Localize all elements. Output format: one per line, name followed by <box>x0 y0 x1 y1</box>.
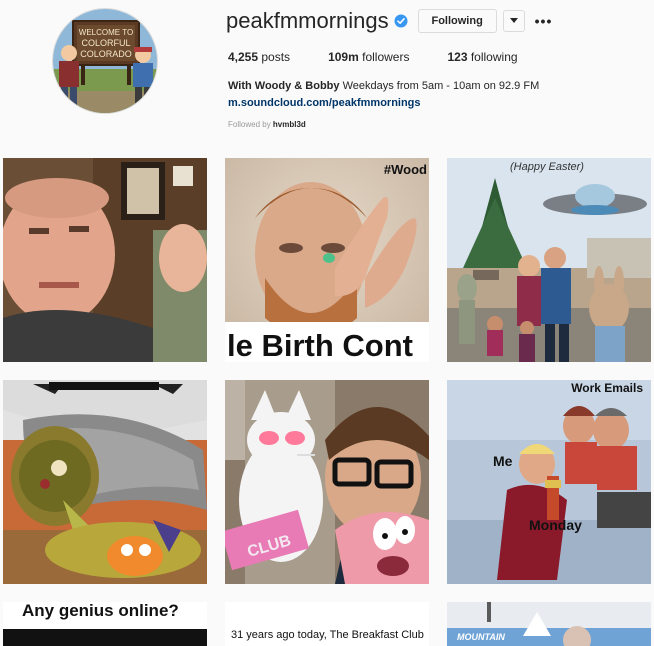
bio-name: With Woody & Bobby <box>228 80 340 92</box>
posts-count-label: posts <box>261 50 291 64</box>
avatar-sign-line-1: WELCOME TO <box>79 28 133 37</box>
bio-text: Weekdays from 5am - 10am on 92.9 FM <box>342 80 540 92</box>
caret-down-icon <box>509 18 518 23</box>
post-tile[interactable] <box>3 158 207 362</box>
avatar-sign-line-2: COLORFUL <box>81 38 130 48</box>
post-tile[interactable]: Any genius online? <box>3 602 207 646</box>
bio-link[interactable]: m.soundcloud.com/peakfmmornings <box>228 95 539 111</box>
post-tile[interactable]: CLUB <box>225 380 429 584</box>
profile-bio: With Woody & Bobby Weekdays from 5am - 1… <box>228 78 539 111</box>
posts-count-value: 4,255 <box>228 50 259 64</box>
post-caption-bottom: Monday <box>529 517 582 533</box>
post-tile[interactable]: Work Emails Me Monday <box>447 380 651 584</box>
post-tile[interactable]: 31 years ago today, The Breakfast Club <box>225 602 429 646</box>
followers-count[interactable]: 109m followers <box>328 50 409 64</box>
avatar-sign-line-3: COLORADO <box>80 49 132 59</box>
following-button[interactable]: Following <box>417 9 497 33</box>
post-caption: Any genius online? <box>22 602 179 620</box>
post-tile[interactable]: MOUNTAIN <box>447 602 651 646</box>
followed-by: Followed by hvmbl3d <box>228 120 306 129</box>
post-tile[interactable] <box>3 380 207 584</box>
following-count-value: 123 <box>447 50 468 64</box>
following-count-label: following <box>470 50 518 64</box>
profile-header: WELCOME TO COLORFUL COLORADO peakfmmorni… <box>0 0 654 150</box>
followers-count-label: followers <box>362 50 410 64</box>
post-caption-mid: Me <box>493 453 513 469</box>
post-caption-top: #Wood <box>384 162 427 177</box>
more-options-icon[interactable]: ••• <box>535 14 553 28</box>
post-caption: 31 years ago today, The Breakfast Club <box>231 629 424 641</box>
suggested-dropdown-button[interactable] <box>502 10 525 32</box>
followers-count-value: 109m <box>328 50 359 64</box>
post-caption: MOUNTAIN <box>457 632 505 642</box>
followed-by-prefix: Followed by <box>228 120 271 129</box>
post-tile[interactable]: (Happy Easter) <box>447 158 651 362</box>
following-count[interactable]: 123 following <box>447 50 517 64</box>
profile-avatar[interactable]: WELCOME TO COLORFUL COLORADO <box>52 8 158 114</box>
post-caption: (Happy Easter) <box>510 161 584 173</box>
profile-username: peakfmmornings <box>226 8 389 33</box>
post-caption-top: Work Emails <box>571 381 643 395</box>
post-tile[interactable]: le Birth Cont #Wood <box>225 158 429 362</box>
profile-stats: 4,255 posts 109m followers 123 following <box>228 50 556 64</box>
verified-badge-icon <box>394 14 408 28</box>
posts-count: 4,255 posts <box>228 50 290 64</box>
followed-by-user[interactable]: hvmbl3d <box>273 120 306 129</box>
post-caption-bottom: le Birth Cont <box>227 328 413 362</box>
profile-title-row: peakfmmornings Following ••• <box>226 8 552 34</box>
